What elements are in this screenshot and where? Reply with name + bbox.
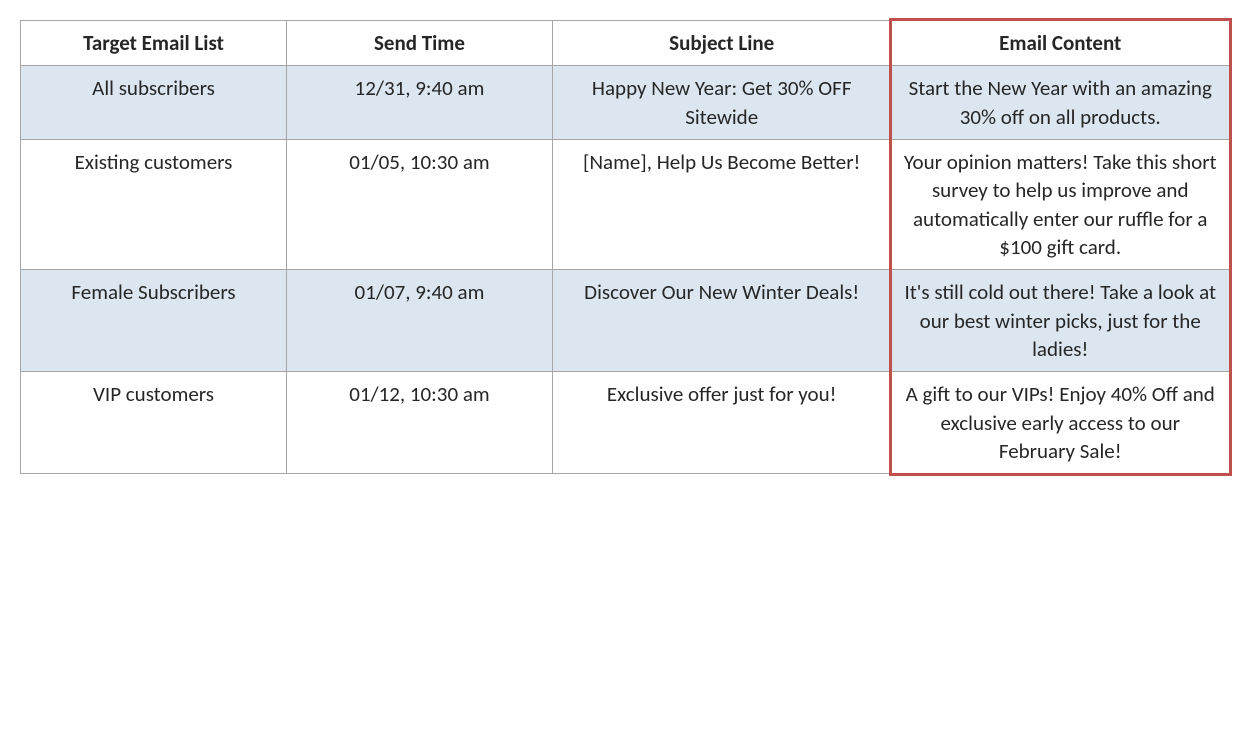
email-schedule-table-wrapper: Target Email List Send Time Subject Line… <box>20 20 1230 474</box>
cell-subject: Exclusive offer just for you! <box>552 372 891 474</box>
cell-content: A gift to our VIPs! Enjoy 40% Off and ex… <box>891 372 1230 474</box>
cell-subject: Happy New Year: Get 30% OFF Sitewide <box>552 66 891 140</box>
cell-subject: Discover Our New Winter Deals! <box>552 270 891 372</box>
table-header-row: Target Email List Send Time Subject Line… <box>21 21 1230 66</box>
cell-content: Your opinion matters! Take this short su… <box>891 140 1230 270</box>
cell-subject: [Name], Help Us Become Better! <box>552 140 891 270</box>
col-header-content: Email Content <box>891 21 1230 66</box>
cell-send-time: 01/05, 10:30 am <box>286 140 552 270</box>
cell-target: Existing customers <box>21 140 287 270</box>
email-schedule-table: Target Email List Send Time Subject Line… <box>20 20 1230 474</box>
cell-target: Female Subscribers <box>21 270 287 372</box>
cell-content: It's still cold out there! Take a look a… <box>891 270 1230 372</box>
cell-send-time: 12/31, 9:40 am <box>286 66 552 140</box>
table-row: Female Subscribers 01/07, 9:40 am Discov… <box>21 270 1230 372</box>
table-row: VIP customers 01/12, 10:30 am Exclusive … <box>21 372 1230 474</box>
cell-target: VIP customers <box>21 372 287 474</box>
col-header-send-time: Send Time <box>286 21 552 66</box>
cell-send-time: 01/07, 9:40 am <box>286 270 552 372</box>
cell-target: All subscribers <box>21 66 287 140</box>
col-header-target: Target Email List <box>21 21 287 66</box>
table-row: All subscribers 12/31, 9:40 am Happy New… <box>21 66 1230 140</box>
cell-send-time: 01/12, 10:30 am <box>286 372 552 474</box>
table-row: Existing customers 01/05, 10:30 am [Name… <box>21 140 1230 270</box>
cell-content: Start the New Year with an amazing 30% o… <box>891 66 1230 140</box>
col-header-subject: Subject Line <box>552 21 891 66</box>
